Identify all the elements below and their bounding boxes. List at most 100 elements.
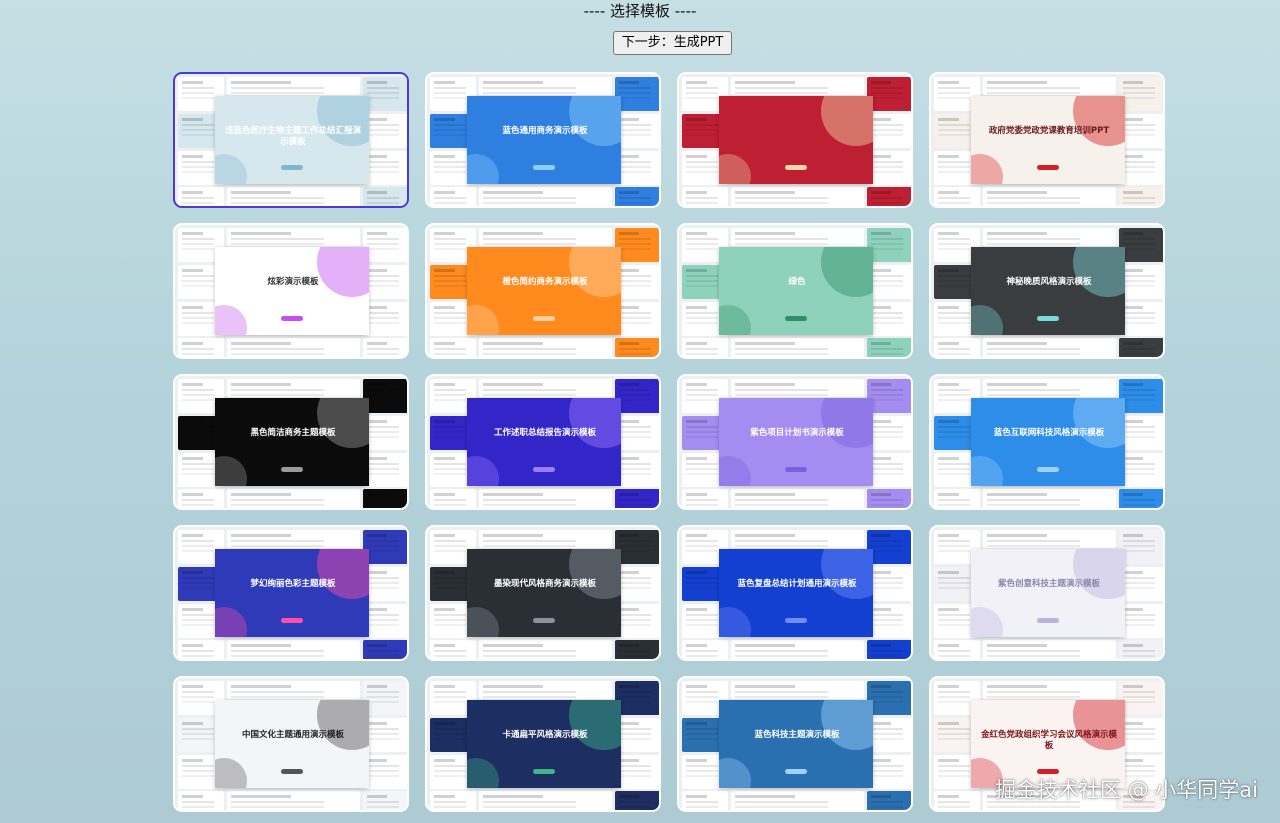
decorative-shape (317, 700, 369, 750)
decorative-shape (317, 398, 369, 448)
decorative-shape (467, 305, 499, 335)
template-card[interactable]: 黑色简洁商务主题模板 (173, 374, 409, 510)
template-thumbnail-tile (615, 151, 659, 185)
template-cover-preview: 蓝色科技主题演示模板 (719, 700, 873, 788)
template-thumbnail-tile (1119, 530, 1163, 564)
template-thumbnail-tile (227, 228, 360, 246)
template-thumbnail-tile (363, 187, 407, 206)
decorative-shape (821, 247, 873, 297)
template-card[interactable]: 蓝色互联网科技风格演示模板 (929, 374, 1165, 510)
template-cover-preview (719, 96, 873, 184)
template-card[interactable] (677, 72, 913, 208)
decorative-shape (215, 154, 247, 184)
template-card[interactable]: 紫色项目计划书演示模板 (677, 374, 913, 510)
template-thumbnail-tile (983, 379, 1116, 397)
template-thumbnail-tile (731, 791, 864, 810)
template-thumbnail-tile (363, 151, 407, 185)
template-thumbnail-tile (615, 77, 659, 111)
template-thumbnail-tile (430, 640, 476, 659)
template-thumbnail-tile (867, 530, 911, 564)
template-thumbnail-tile (731, 530, 864, 548)
template-thumbnail-tile (615, 228, 659, 262)
template-thumbnail-tile (615, 489, 659, 508)
template-thumbnail-tile (1119, 228, 1163, 262)
template-card[interactable]: 浅蓝色医疗生物主题工作总结汇报演示模板 (173, 72, 409, 208)
template-thumbnail-tile (227, 681, 360, 699)
template-card[interactable]: 神秘晚质风格演示模板 (929, 223, 1165, 359)
template-thumbnail-tile (1119, 379, 1163, 413)
template-thumbnail-tile (934, 338, 980, 357)
template-thumbnail-tile (1119, 453, 1163, 487)
template-title: 蓝色复盘总结计划通用演示模板 (737, 578, 857, 589)
template-title: 神秘晚质风格演示模板 (1006, 276, 1092, 287)
template-thumbnail-tile (867, 77, 911, 111)
decorative-shape (569, 247, 621, 297)
template-cover-button (1037, 466, 1059, 472)
template-thumbnail-tile (479, 379, 612, 397)
template-thumbnail-tile (363, 416, 407, 450)
decorative-shape (971, 456, 1003, 486)
template-cover-button (785, 768, 807, 774)
template-thumbnail-tile (363, 755, 407, 789)
template-thumbnail-tile (867, 791, 911, 810)
template-thumbnail-tile (867, 338, 911, 357)
template-title: 蓝色通用商务演示模板 (502, 125, 588, 136)
template-cover-preview: 蓝色互联网科技风格演示模板 (971, 398, 1125, 486)
decorative-shape (971, 154, 1003, 184)
template-card[interactable]: 工作述职总结报告演示模板 (425, 374, 661, 510)
template-card[interactable]: 绿色 (677, 223, 913, 359)
decorative-shape (821, 549, 873, 599)
template-card[interactable]: 墨染现代风格商务演示模板 (425, 525, 661, 661)
next-step-button[interactable]: 下一步：生成PPT (613, 31, 732, 55)
template-thumbnail-tile (1119, 604, 1163, 638)
template-thumbnail-tile (867, 489, 911, 508)
template-thumbnail-tile (178, 187, 224, 206)
template-card[interactable]: 中国文化主题通用演示模板 (173, 676, 409, 812)
template-thumbnail-tile (363, 228, 407, 262)
template-card[interactable]: 梦幻绚丽色彩主题模板 (173, 525, 409, 661)
template-thumbnail-tile (363, 338, 407, 357)
template-thumbnail-tile (983, 681, 1116, 699)
template-card[interactable]: 橙色简约商务演示模板 (425, 223, 661, 359)
template-thumbnail-tile (934, 187, 980, 206)
template-thumbnail-tile (615, 453, 659, 487)
template-thumbnail-tile (363, 114, 407, 148)
template-thumbnail-tile (615, 302, 659, 336)
template-thumbnail-tile (1119, 187, 1163, 206)
decorative-shape (1073, 96, 1125, 146)
template-thumbnail-tile (227, 791, 360, 810)
template-thumbnail-tile (682, 338, 728, 357)
template-thumbnail-tile (363, 265, 407, 299)
template-thumbnail-tile (363, 379, 407, 413)
template-thumbnail-tile (363, 302, 407, 336)
template-thumbnail-tile (731, 379, 864, 397)
template-thumbnail-tile (479, 530, 612, 548)
template-cover-button (785, 164, 807, 170)
template-card[interactable]: 蓝色科技主题演示模板 (677, 676, 913, 812)
template-thumbnail-tile (363, 77, 407, 111)
decorative-shape (317, 247, 369, 297)
template-thumbnail-tile (227, 489, 360, 508)
template-card[interactable]: 蓝色通用商务演示模板 (425, 72, 661, 208)
template-cover-button (1037, 315, 1059, 321)
template-thumbnail-tile (682, 489, 728, 508)
template-card[interactable]: 紫色创意科技主题演示模板 (929, 525, 1165, 661)
template-card[interactable]: 政府党委党政党课教育培训PPT (929, 72, 1165, 208)
template-card[interactable]: 卡通扁平风格演示模板 (425, 676, 661, 812)
template-grid: 浅蓝色医疗生物主题工作总结汇报演示模板 蓝色通用商务演示模板 政府党委党政党课教育培… (173, 72, 1165, 812)
template-thumbnail-tile (178, 640, 224, 659)
template-card[interactable]: 蓝色复盘总结计划通用演示模板 (677, 525, 913, 661)
template-thumbnail-tile (479, 640, 612, 659)
decorative-shape (317, 549, 369, 599)
template-cover-button (533, 617, 555, 623)
template-cover-preview: 炫彩演示模板 (215, 247, 369, 335)
template-thumbnail-tile (682, 791, 728, 810)
template-thumbnail-tile (867, 416, 911, 450)
decorative-shape (821, 700, 873, 750)
decorative-shape (569, 549, 621, 599)
decorative-shape (821, 96, 873, 146)
template-thumbnail-tile (1119, 681, 1163, 715)
template-thumbnail-tile (682, 187, 728, 206)
template-card[interactable]: 炫彩演示模板 (173, 223, 409, 359)
template-thumbnail-tile (682, 640, 728, 659)
